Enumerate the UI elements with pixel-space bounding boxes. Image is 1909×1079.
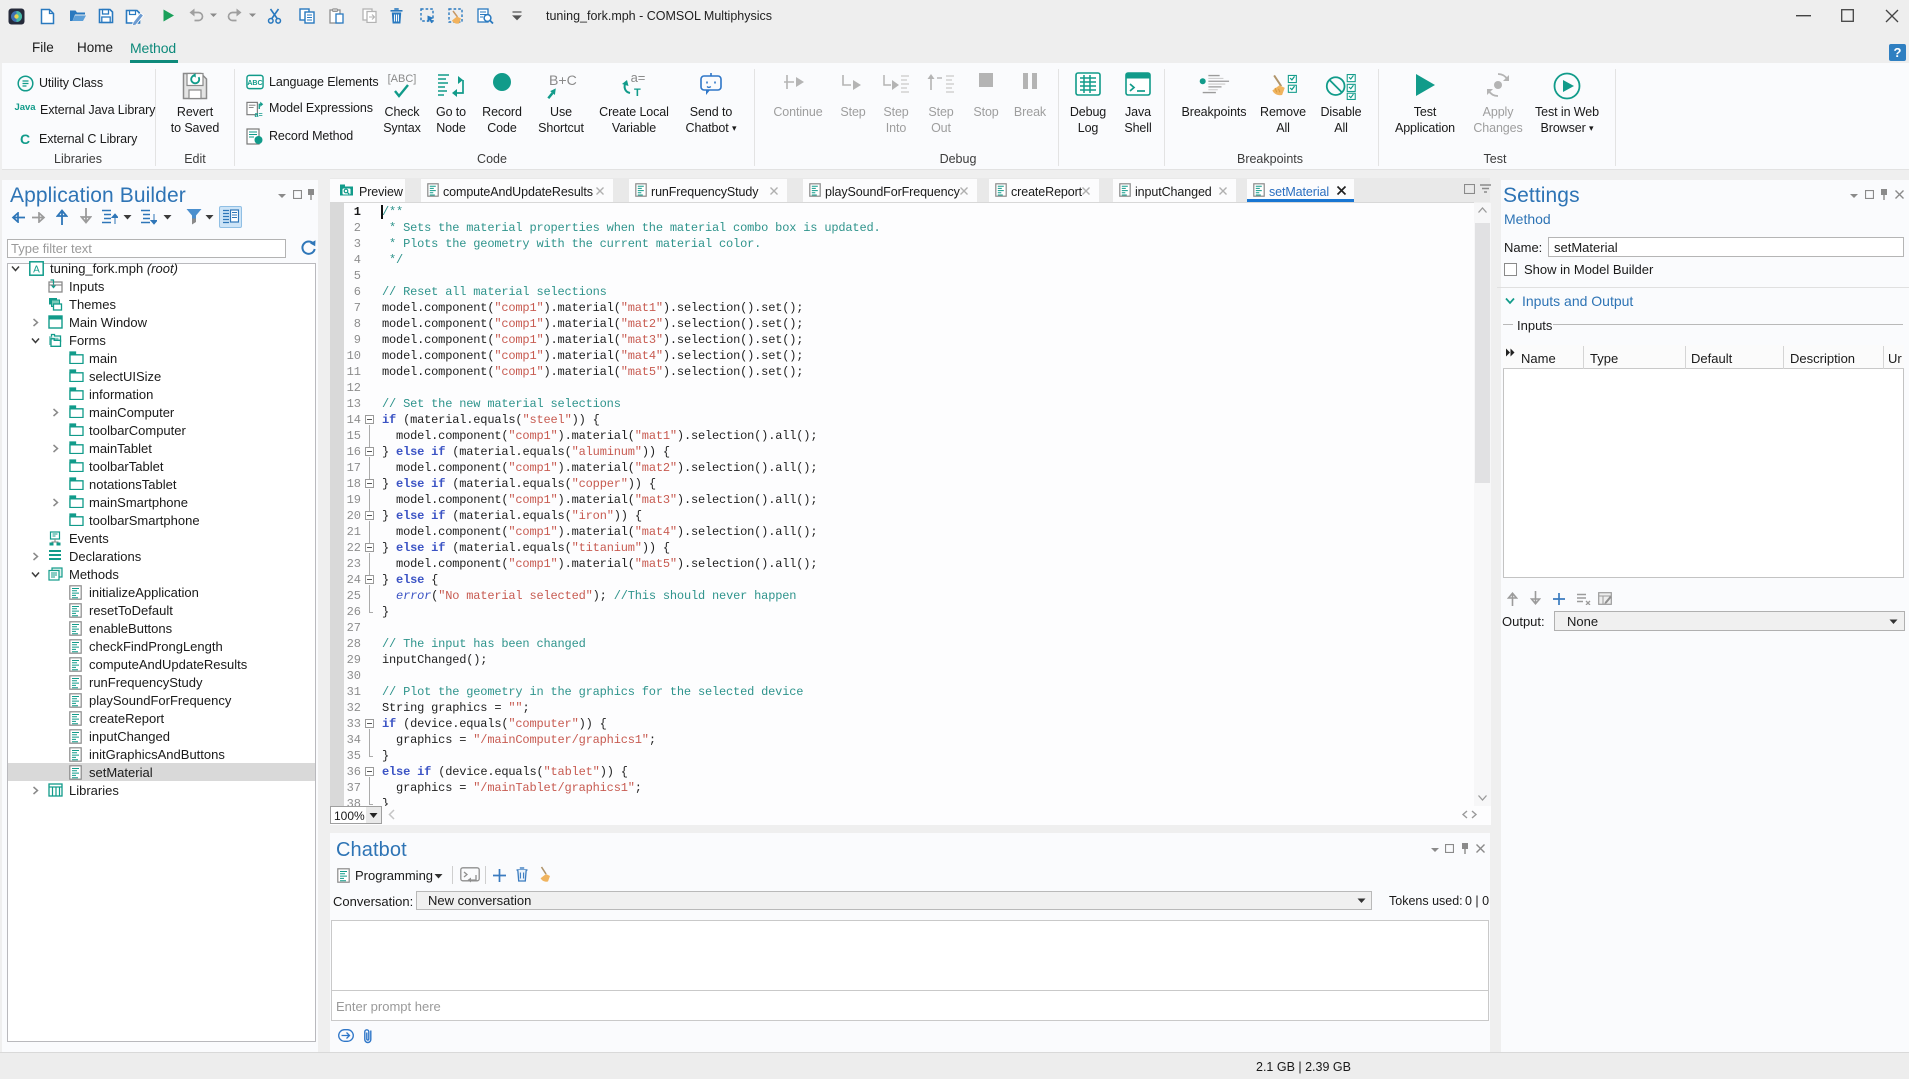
svg-text:a=: a= [255, 111, 263, 118]
svg-text:B+C: B+C [549, 72, 577, 88]
svg-text:T: T [634, 87, 641, 99]
svg-text:A: A [33, 265, 40, 276]
svg-text:ABC: ABC [247, 79, 262, 87]
svg-text:[ABC]: [ABC] [388, 73, 417, 85]
svg-text:a=: a= [631, 72, 646, 85]
